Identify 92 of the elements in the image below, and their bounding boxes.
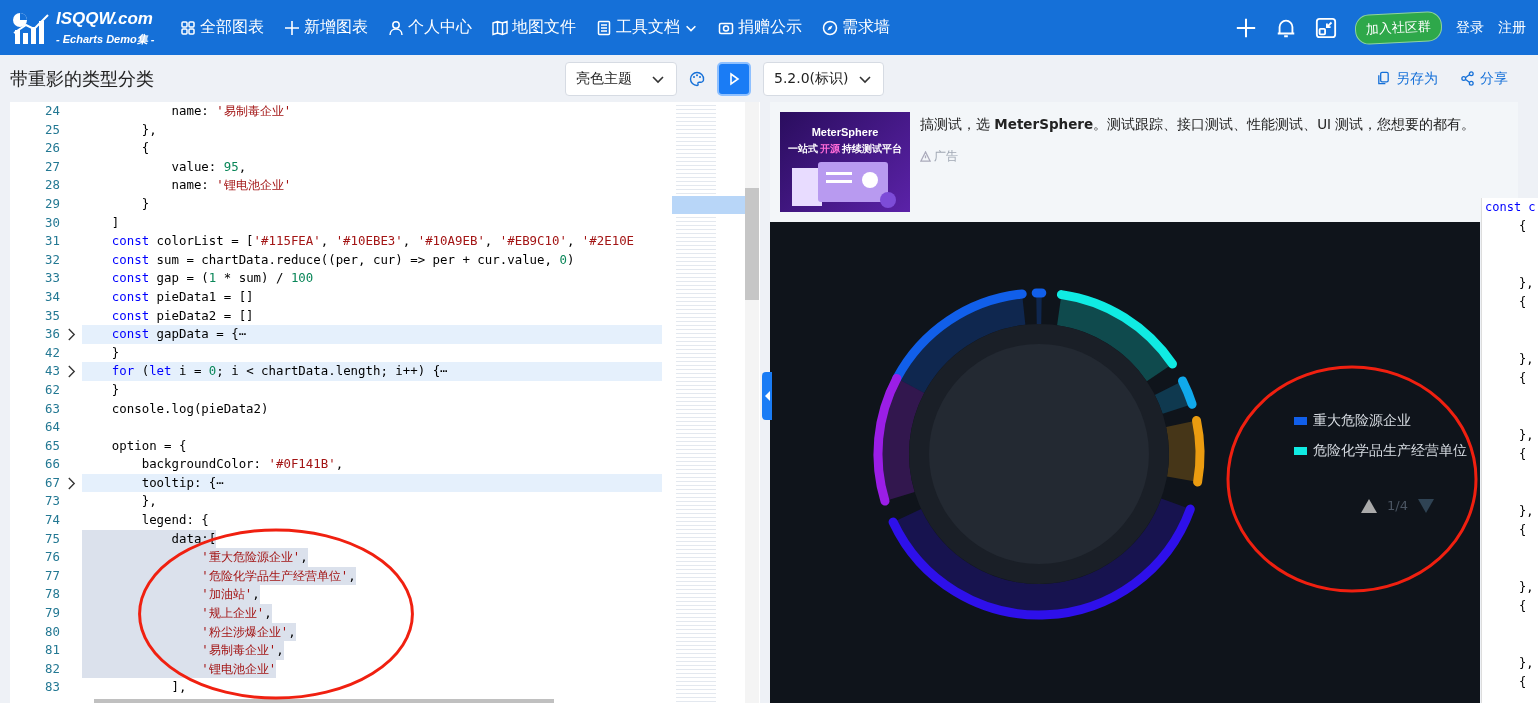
code-line: '锂电池企业'	[200, 660, 277, 676]
code-line: name: '锂电池企业'	[170, 177, 292, 193]
ad-banner[interactable]: MeterSphere 一站式 开源 持续测试平台	[780, 112, 910, 212]
code-line: '危险化学品生产经营单位',	[200, 567, 356, 583]
code-line: {	[1518, 674, 1528, 691]
code-line: },	[1518, 655, 1535, 672]
ad-label: 广告	[920, 148, 1476, 165]
code-line: '规上企业',	[200, 605, 272, 621]
code-line: console.log(pieData2)	[110, 400, 269, 416]
code-line: option = {	[110, 437, 187, 453]
banner-brand: MeterSphere	[811, 126, 879, 138]
register-link[interactable]: 注册	[1498, 18, 1526, 37]
banner-slogan: 一站式 开源 持续测试平台	[788, 142, 902, 156]
compass-icon	[822, 19, 839, 36]
save-as-link[interactable]: 另存为	[1376, 69, 1438, 88]
code-line: '加油站',	[200, 586, 260, 602]
code-line: },	[1518, 503, 1535, 520]
nav-link[interactable]: 地图文件	[492, 17, 577, 38]
code-line: }	[110, 344, 120, 360]
legend-item[interactable]: 危险化学品生产经营单位	[1294, 442, 1467, 460]
palette-icon[interactable]	[689, 70, 705, 87]
nav-link[interactable]: 新增图表	[284, 17, 369, 38]
code-line: {	[140, 140, 150, 156]
code-editor[interactable]	[10, 102, 760, 703]
join-community-button[interactable]: 加入社区群	[1354, 10, 1443, 45]
code-line: const gapData = {⋯	[110, 326, 247, 342]
share-icon	[1460, 71, 1475, 86]
expand-icon[interactable]	[66, 476, 76, 490]
code-line: name: '易制毒企业'	[170, 103, 292, 118]
ad-text[interactable]: 搞测试，选 MeterSphere。测试跟踪、接口测试、性能测试、UI 测试，您想要的都有。	[920, 116, 1476, 134]
run-button[interactable]	[717, 61, 751, 96]
code-line: '重大危险源企业',	[200, 549, 308, 565]
code-line: {	[1518, 446, 1528, 463]
code-line: },	[1518, 351, 1535, 368]
legend-item[interactable]: 重大危险源企业	[1294, 412, 1467, 430]
code-line: for (let i = 0; i < chartData.length; i++) {⋯	[110, 363, 448, 379]
logo-subtitle: - Echarts Demo集 -	[56, 31, 155, 47]
code-line: {	[1518, 370, 1528, 387]
map-icon	[492, 19, 509, 36]
code-line: ]	[110, 214, 120, 230]
expand-icon[interactable]	[66, 327, 76, 341]
plus-icon	[284, 19, 301, 36]
line-number: 43	[10, 362, 60, 381]
triangle-icon	[920, 151, 931, 162]
code-line: {	[1518, 218, 1528, 235]
nav-link[interactable]: 捐赠公示	[718, 17, 803, 38]
collapse-panel-handle[interactable]	[762, 372, 772, 420]
line-number: 36	[10, 325, 60, 344]
legend-page-counter: 1/4	[1387, 498, 1408, 513]
code-line: '粉尘涉爆企业',	[200, 623, 296, 639]
grid-icon	[180, 19, 197, 36]
code-line: },	[1518, 579, 1535, 596]
add-icon[interactable]	[1235, 16, 1257, 39]
code-line: {	[1518, 598, 1528, 615]
code-line: const gap = (1 * sum) / 100	[110, 270, 314, 286]
shrink-icon[interactable]	[1315, 16, 1337, 39]
code-line: {	[1518, 294, 1528, 311]
login-link[interactable]: 登录	[1456, 18, 1484, 37]
code-line: }	[140, 195, 150, 211]
document-icon	[596, 19, 613, 36]
code-line: const colorList = ['#115FEA', '#10EBE3', '#10A9EB', '#EB9C10', '#2E10E	[110, 233, 635, 249]
code-line: },	[140, 493, 157, 509]
code-line: },	[140, 121, 157, 137]
nav-link[interactable]: 全部图表	[180, 17, 265, 38]
logo-icon[interactable]	[12, 10, 52, 45]
page-up-icon[interactable]	[1361, 498, 1377, 513]
code-line: '易制毒企业',	[200, 642, 284, 658]
code-line: legend: {	[140, 512, 209, 528]
code-line: }	[110, 381, 120, 397]
code-line: value: 95,	[170, 158, 247, 174]
code-line: {	[1518, 522, 1528, 539]
logo-title[interactable]: ISQQW.com	[56, 8, 155, 29]
nav-link[interactable]: 个人中心	[388, 17, 473, 38]
expand-icon[interactable]	[66, 365, 76, 379]
nav-link[interactable]: 工具文档	[596, 17, 699, 38]
code-line: },	[1518, 427, 1535, 444]
share-link[interactable]: 分享	[1460, 69, 1508, 88]
version-select[interactable]: 5.2.0(标识)	[763, 61, 884, 96]
page-title: 带重影的类型分类	[10, 66, 155, 91]
code-line: ],	[170, 679, 187, 695]
code-line: const pieData1 = []	[110, 288, 254, 304]
copy-icon	[1376, 71, 1391, 86]
vertical-scrollbar[interactable]	[745, 102, 759, 703]
horizontal-scrollbar[interactable]	[94, 699, 554, 703]
user-icon	[388, 19, 405, 36]
theme-select[interactable]: 亮色主题	[565, 61, 677, 96]
code-line: backgroundColor: '#0F141B',	[140, 456, 344, 472]
code-line: const pieData2 = []	[110, 307, 254, 323]
code-line: const sum = chartData.reduce((per, cur) => per + cur.value, 0)	[110, 251, 575, 267]
code-line: tooltip: {⋯	[140, 474, 224, 490]
code-line: },	[1518, 275, 1535, 292]
nav-link[interactable]: 需求墙	[822, 17, 891, 38]
